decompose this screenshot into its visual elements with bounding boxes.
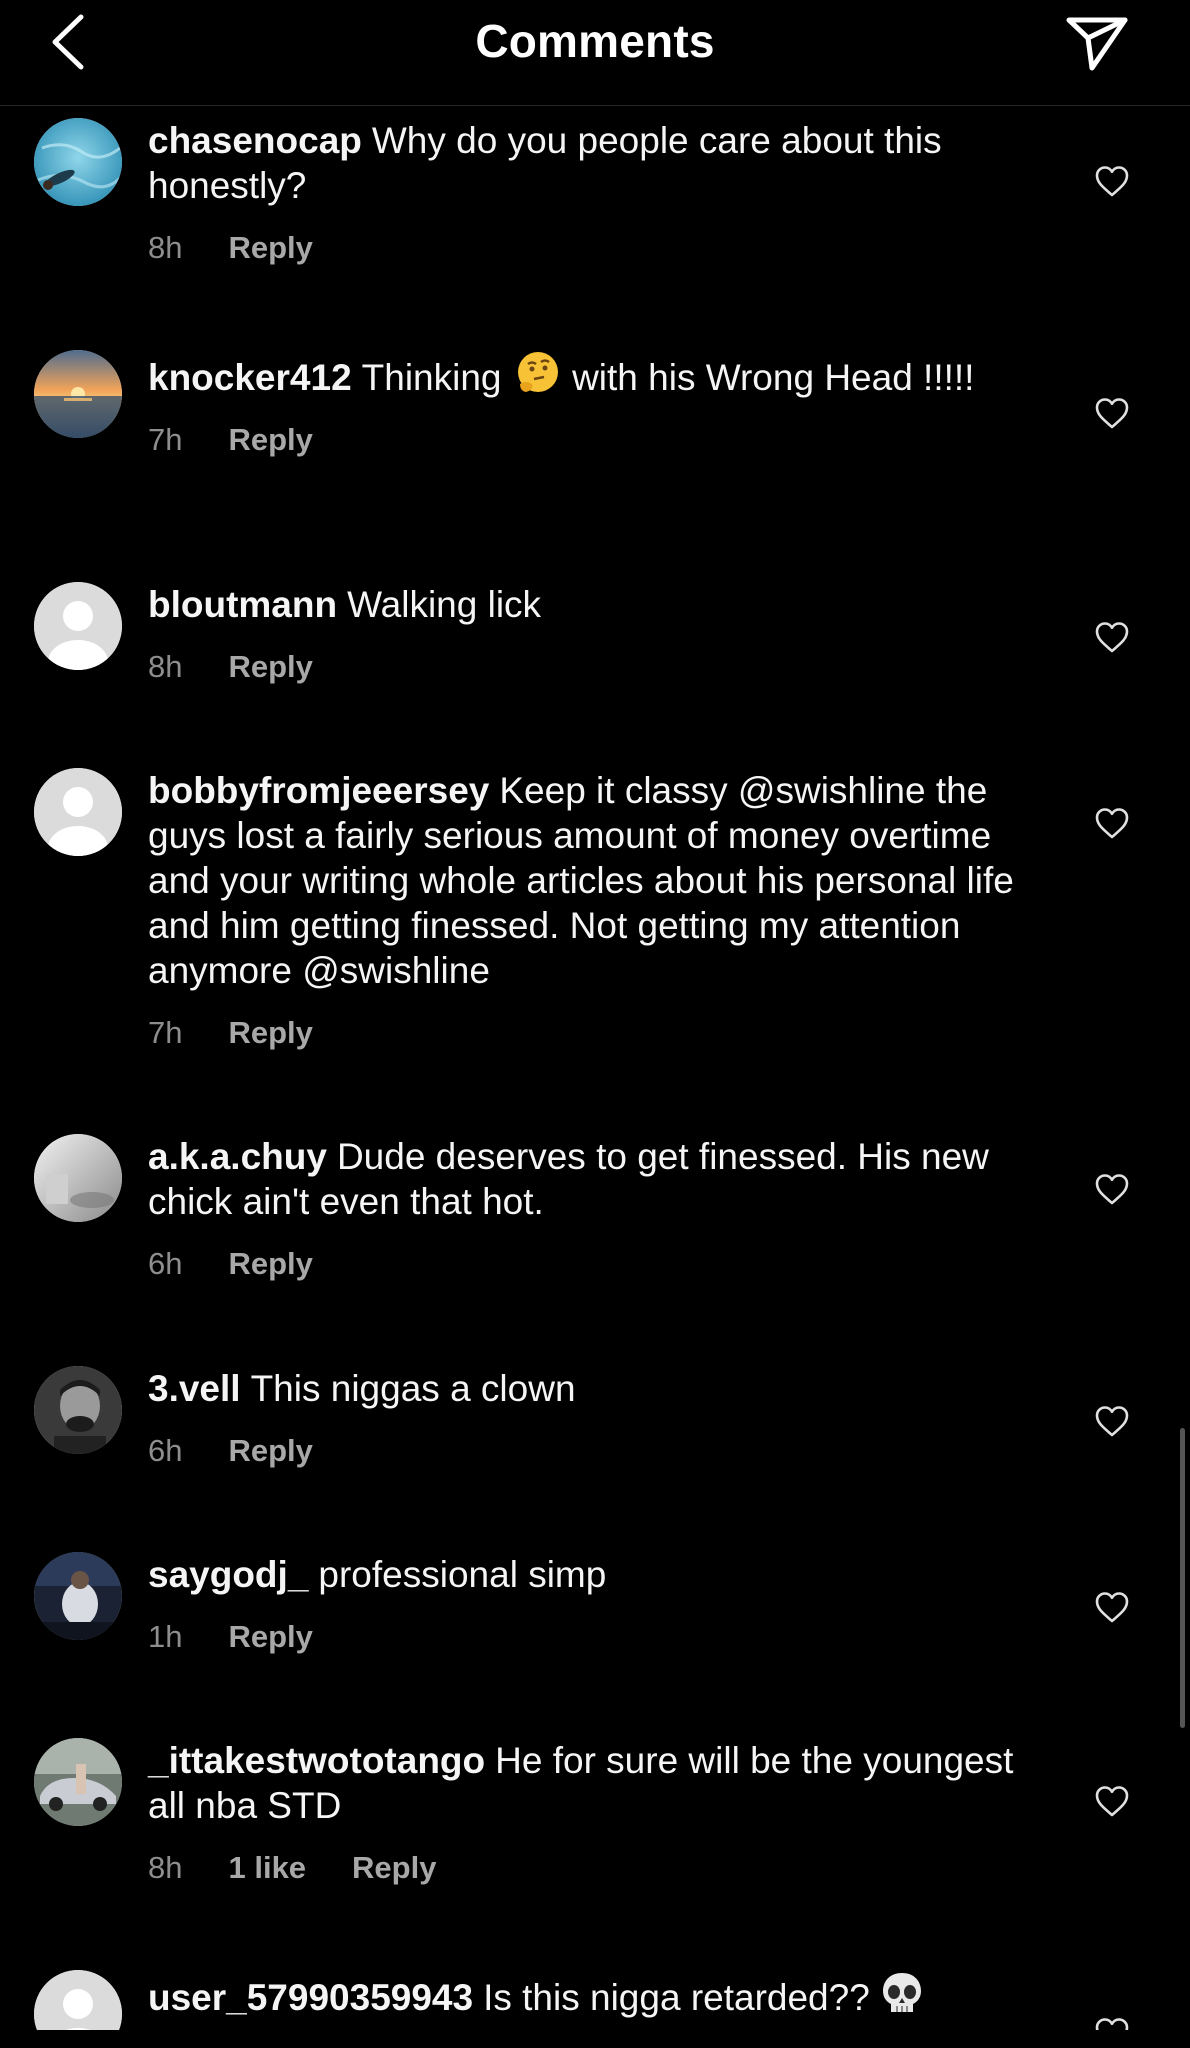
scrollbar[interactable]	[1180, 1428, 1185, 1728]
comment-time: 6h	[148, 1246, 183, 1281]
comment-username[interactable]: knocker412	[148, 357, 352, 398]
comment-username[interactable]: 3.vell	[148, 1368, 241, 1409]
comment-text: This niggas a clown	[250, 1368, 576, 1409]
sunset-photo-avatar	[34, 350, 122, 438]
grey-photo-avatar	[34, 1134, 122, 1222]
comment-username[interactable]: user_57990359943	[148, 1977, 473, 2018]
default-avatar-icon	[34, 1970, 122, 2030]
avatar[interactable]	[34, 1970, 122, 2030]
comment-text: Thinking	[361, 357, 502, 398]
avatar[interactable]	[34, 350, 122, 438]
comment-time: 8h	[148, 649, 183, 684]
reply-button[interactable]: Reply	[228, 420, 312, 460]
avatar[interactable]	[34, 768, 122, 856]
page-title: Comments	[475, 15, 715, 67]
default-avatar-icon	[34, 582, 122, 670]
heart-icon[interactable]	[1094, 1404, 1130, 1440]
comment-time: 8h	[148, 230, 183, 265]
comment-time: 7h	[148, 422, 183, 457]
comments-list: chasenocap Why do you people care about t…	[0, 106, 1190, 2030]
thinking-face-emoji-icon	[517, 352, 558, 392]
comment-username[interactable]: chasenocap	[148, 120, 362, 161]
comment-username[interactable]: bobbyfromjeeersey	[148, 770, 489, 811]
heart-icon[interactable]	[1094, 806, 1130, 842]
skull-emoji-icon	[883, 1973, 922, 2012]
comment-time: 1h	[148, 1619, 183, 1654]
comment-time: 6h	[148, 1433, 183, 1468]
share-button[interactable]	[1064, 14, 1130, 74]
avatar[interactable]	[34, 1552, 122, 1640]
avatar[interactable]	[34, 1366, 122, 1454]
comment-time: 8h	[148, 1850, 183, 1885]
comment-username[interactable]: _ittakestwototango	[148, 1740, 485, 1781]
comment-text: Is this nigga retarded??	[483, 1977, 870, 2018]
comment-text: professional simp	[318, 1554, 607, 1595]
comment-username[interactable]: bloutmann	[148, 584, 337, 625]
reply-button[interactable]: Reply	[228, 1617, 312, 1657]
reply-button[interactable]: Reply	[228, 1431, 312, 1471]
comment-username[interactable]: a.k.a.chuy	[148, 1136, 327, 1177]
avatar[interactable]	[34, 118, 122, 206]
heart-icon[interactable]	[1094, 620, 1130, 656]
reply-button[interactable]: Reply	[228, 228, 312, 268]
reply-button[interactable]: Reply	[352, 1848, 436, 1888]
reply-button[interactable]: Reply	[228, 1013, 312, 1053]
heart-icon[interactable]	[1094, 1590, 1130, 1626]
comment-time: 7h	[148, 1015, 183, 1050]
portrait-photo-avatar	[34, 1366, 122, 1454]
avatar[interactable]	[34, 582, 122, 670]
comment-text-continued: with his Wrong Head !!!!!	[572, 357, 975, 398]
heart-icon[interactable]	[1094, 1784, 1130, 1820]
heart-icon[interactable]	[1094, 2016, 1130, 2030]
heart-icon[interactable]	[1094, 1172, 1130, 1208]
avatar[interactable]	[34, 1134, 122, 1222]
comment-text: Walking lick	[347, 584, 542, 625]
avatar[interactable]	[34, 1738, 122, 1826]
heart-icon[interactable]	[1094, 396, 1130, 432]
reply-button[interactable]: Reply	[228, 1244, 312, 1284]
comment-username[interactable]: saygodj_	[148, 1554, 308, 1595]
header-bar: Comments	[0, 0, 1190, 106]
reply-button[interactable]: Reply	[228, 647, 312, 687]
like-count-link[interactable]: 1 like	[228, 1848, 306, 1888]
default-avatar-icon	[34, 768, 122, 856]
car-photo-avatar	[34, 1738, 122, 1826]
water-photo-avatar	[34, 118, 122, 206]
paper-plane-icon	[1066, 17, 1128, 71]
car-interior-photo-avatar	[34, 1552, 122, 1640]
heart-icon[interactable]	[1094, 164, 1130, 200]
